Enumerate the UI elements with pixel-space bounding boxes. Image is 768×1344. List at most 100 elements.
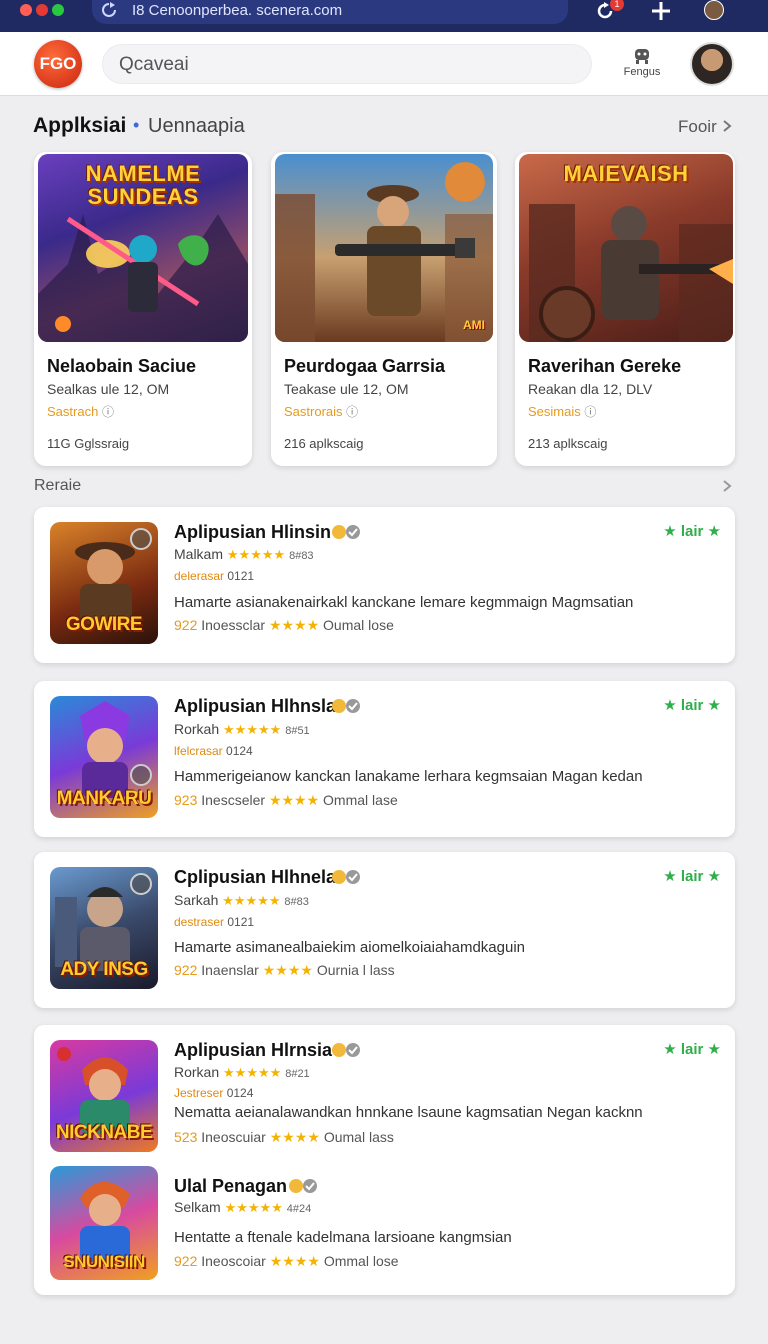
- site-info-icon[interactable]: [100, 1, 118, 19]
- tag-value: 0124: [226, 744, 253, 758]
- list-item-tag: lfelcrasar 0124: [174, 744, 253, 758]
- list-item-meta: Selkam ★★★★★ 4#24: [174, 1199, 311, 1216]
- featured-subtitle: Reakan dla 12, DLV: [528, 381, 653, 397]
- meta-stars: ★★★★★: [223, 722, 282, 737]
- browser-toolbar: I8 Cenoonperbea. scenera.com 1: [0, 0, 768, 32]
- app-icon-title: SNUNISIIN: [63, 1252, 145, 1271]
- list-item[interactable]: MANKARU Aplipusian Hlhnsla Rorkah ★★★★★ …: [34, 681, 735, 837]
- featured-art-badge: AMI: [463, 318, 485, 332]
- list-item-title: Aplipusian Hlrnsia: [174, 1040, 333, 1060]
- see-more-link[interactable]: Fooir: [678, 117, 717, 137]
- info-icon[interactable]: ⓘ: [102, 405, 114, 419]
- fengus-label: Fengus: [623, 66, 661, 78]
- featured-count: 11G Gglssraig: [47, 436, 130, 451]
- footer-count: 922: [174, 1253, 198, 1269]
- app-icon: MANKARU: [50, 696, 158, 818]
- featured-title: Raverihan Gereke: [528, 356, 682, 376]
- footer-label: Ineoscuiar: [201, 1129, 266, 1145]
- app-icon-ring: [130, 873, 152, 895]
- meta-developer: Sarkah: [174, 892, 219, 908]
- verified-badge-icon: [332, 699, 360, 713]
- maximize-window-dot[interactable]: [52, 4, 64, 16]
- meta-count: 8#83: [289, 550, 314, 562]
- featured-tag-label: Sesimais: [528, 404, 581, 419]
- footer-stars: ★★★★: [268, 617, 320, 633]
- address-bar-url: I8 Cenoonperbea. scenera.com: [132, 2, 343, 19]
- app-icon: ADY INSG: [50, 867, 158, 989]
- search-input[interactable]: Qcaveai: [102, 44, 592, 84]
- list-item-description: Hamarte asianakenairkakl kanckane lemare…: [174, 594, 634, 611]
- list-item-title: Ulal Penagan: [174, 1176, 288, 1196]
- app-logo[interactable]: FGO: [34, 40, 82, 88]
- new-tab-icon[interactable]: [648, 0, 674, 24]
- fengus-button[interactable]: Fengus: [614, 46, 670, 86]
- featured-card[interactable]: AMI Peurdogaa Garrsia Teakase ule 12, OM…: [271, 152, 497, 466]
- tag-label: Jestreser: [174, 1086, 224, 1100]
- browser-profile-avatar[interactable]: [704, 0, 724, 20]
- list-item-footer: 922 Inoessclar ★★★★ Oumal lose: [174, 617, 394, 634]
- tag-value: 0124: [226, 1086, 254, 1100]
- featured-count: 213 aplkscaig: [528, 436, 608, 451]
- featured-title: Peurdogaa Garrsia: [284, 356, 446, 376]
- featured-card[interactable]: NAMELME SUNDEAS Nelaobain Saciue Sealkas…: [34, 152, 252, 466]
- user-avatar[interactable]: [690, 42, 734, 86]
- footer-stars: ★★★★: [262, 962, 313, 978]
- list-item-title: Cplipusian Hlhnela: [174, 867, 337, 887]
- list-item-tag: Jestreser 0124: [174, 1086, 253, 1100]
- footer-right: Oumal lass: [323, 1129, 394, 1145]
- verified-badge-icon: [289, 1179, 317, 1193]
- tag-label: lfelcrasar: [174, 744, 223, 758]
- featured-tag-label: Sastrach: [47, 404, 99, 419]
- footer-right: Ommal lose: [323, 1253, 399, 1269]
- featured-tag: Sesimais ⓘ: [528, 403, 596, 420]
- minimize-window-dot[interactable]: [36, 4, 48, 16]
- footer-right: Ournia l lass: [316, 962, 395, 978]
- app-icon-ring: [130, 764, 152, 786]
- section-subtitle[interactable]: Uennaapia: [148, 115, 245, 138]
- footer-count: 922: [174, 962, 198, 978]
- list-item[interactable]: GOWIRE Aplipusian Hlinsin Malkam ★★★★★ 8…: [34, 507, 735, 663]
- featured-card[interactable]: MAIEVAISH Raverihan Gereke Reakan dla 12…: [515, 152, 735, 466]
- verified-badge-icon: [332, 525, 360, 539]
- list-item[interactable]: ADY INSG Cplipusian Hlhnela Sarkah ★★★★ ★…: [34, 852, 735, 1008]
- list-item-meta: Rorkah ★★★★★ 8#51: [174, 721, 310, 738]
- app-icon-ring: [130, 528, 152, 550]
- featured-subtitle: Sealkas ule 12, OM: [47, 381, 170, 397]
- rating-badge[interactable]: ★ lair ★: [663, 867, 721, 885]
- meta-stars: ★★★★★: [226, 547, 286, 562]
- featured-artwork: NAMELME SUNDEAS: [38, 154, 248, 342]
- section-title: Applksiai: [33, 114, 127, 137]
- chevron-right-icon[interactable]: [721, 480, 733, 492]
- featured-subtitle: Teakase ule 12, OM: [284, 381, 409, 397]
- footer-count: 922: [174, 617, 198, 633]
- list-item-footer: 523 Ineoscuiar ★★★★ Oumal lass: [174, 1129, 394, 1146]
- tag-value: 0121: [227, 569, 255, 583]
- rating-badge[interactable]: ★ lair ★: [663, 1040, 721, 1058]
- featured-artwork: MAIEVAISH: [519, 154, 733, 342]
- footer-count: 923: [174, 792, 198, 808]
- footer-right: Oumal lose: [323, 617, 394, 633]
- list-item-meta: Rorkan ★★★★★ 8#21: [174, 1064, 310, 1081]
- footer-stars: ★★★★: [269, 1129, 320, 1145]
- app-icon: GOWIRE: [50, 522, 158, 644]
- app-icon: SNUNISIIN: [50, 1166, 158, 1280]
- rating-badge[interactable]: ★ lair ★: [663, 522, 721, 540]
- meta-developer: Rorkan: [174, 1064, 220, 1080]
- app-icon: NICKNABE: [50, 1040, 158, 1152]
- app-icon-title: ADY INSG: [60, 959, 148, 980]
- list-item-description: Hentatte a ftenale kadelmana larsioane k…: [174, 1229, 512, 1246]
- list-item[interactable]: NICKNABE Aplipusian Hlrnsia Rorkan ★★★★★…: [34, 1025, 735, 1295]
- app-icon-title: MANKARU: [56, 788, 152, 809]
- close-window-dot[interactable]: [20, 4, 32, 16]
- info-icon[interactable]: ⓘ: [584, 405, 596, 419]
- chevron-right-icon[interactable]: [721, 120, 733, 132]
- search-placeholder: Qcaveai: [119, 54, 189, 75]
- featured-title: Nelaobain Saciue: [47, 356, 197, 376]
- info-icon[interactable]: ⓘ: [346, 405, 358, 419]
- list-item-description: Nematta aeianalawandkan hnnkane lsaune k…: [174, 1104, 643, 1121]
- app-header: FGO Qcaveai Fengus: [0, 32, 768, 96]
- rating-badge[interactable]: ★ lair ★: [663, 696, 721, 714]
- list-item-footer: 923 Inescseler ★★★★ Ommal lase: [174, 792, 398, 809]
- list-section-title: Reraie: [34, 477, 82, 494]
- list-item-footer: 922 Inaenslar ★★★★ Ournia l lass: [174, 962, 395, 979]
